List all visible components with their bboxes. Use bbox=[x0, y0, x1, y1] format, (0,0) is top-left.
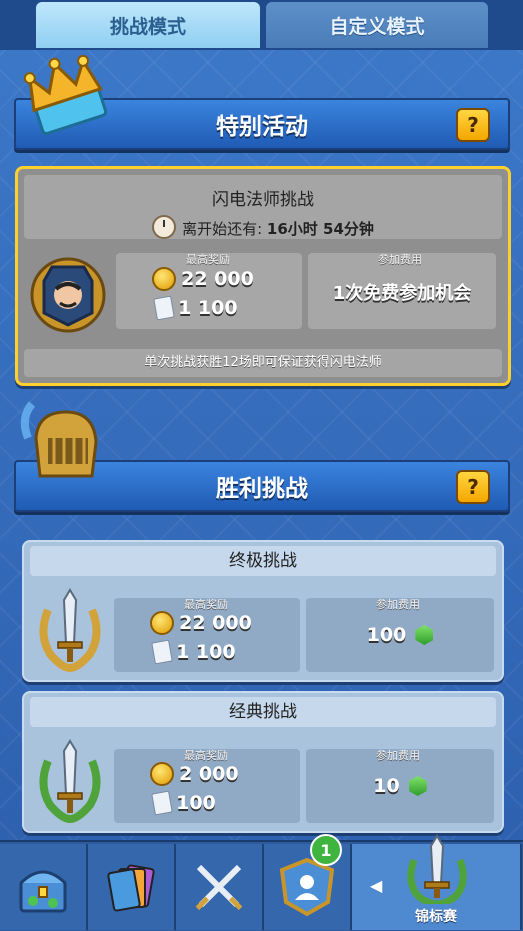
victory-help-button[interactable]: ? bbox=[456, 470, 490, 504]
tournament-sword-icon bbox=[407, 834, 467, 904]
nav-tournament[interactable]: ◀ 锦标赛 bbox=[352, 834, 522, 930]
ultimate-challenge-title: 终极挑战 bbox=[30, 546, 496, 576]
ultimate-reward-box: 最高奖励 22 000 1 100 bbox=[114, 598, 300, 672]
ultimate-fee-label: 参加费用 bbox=[376, 598, 420, 611]
chest-icon bbox=[19, 870, 67, 913]
gold-coin-icon bbox=[150, 762, 174, 786]
classic-challenge-title: 经典挑战 bbox=[30, 697, 496, 727]
ultimate-fee: 100 bbox=[366, 624, 407, 646]
classic-cards-row: 100 bbox=[150, 790, 216, 816]
ultimate-cards: 1 100 bbox=[176, 641, 236, 663]
classic-cards: 100 bbox=[176, 792, 216, 814]
electro-wizard-portrait-icon bbox=[30, 257, 106, 333]
classic-fee: 10 bbox=[373, 775, 400, 797]
gold-sword-emblem-icon bbox=[39, 588, 101, 673]
event-reward-box: 最高奖励 22 000 1 100 bbox=[116, 253, 302, 329]
classic-fee-label: 参加费用 bbox=[376, 749, 420, 762]
nav-tournament-label: 锦标赛 bbox=[415, 909, 457, 925]
timer-prefix: 离开始还有: bbox=[182, 220, 263, 238]
nav-shop[interactable] bbox=[0, 844, 88, 930]
gold-coin-icon bbox=[152, 267, 176, 291]
timer-value: 16小时 54分钟 bbox=[266, 220, 374, 238]
ultimate-cards-row: 1 100 bbox=[150, 639, 236, 665]
special-event-card[interactable]: 闪电法师挑战 离开始还有: 16小时 54分钟 最高奖励 22 000 1 10… bbox=[15, 166, 511, 386]
event-reward-gold-row: 22 000 bbox=[152, 267, 254, 291]
ultimate-fee-row: 100 bbox=[306, 624, 494, 646]
ultimate-challenge-card[interactable]: 终极挑战 最高奖励 22 000 1 100 参加费用 100 bbox=[22, 540, 504, 682]
ultimate-reward-label: 最高奖励 bbox=[184, 598, 228, 611]
classic-reward-box: 最高奖励 2 000 100 bbox=[114, 749, 300, 823]
classic-fee-row: 10 bbox=[306, 775, 494, 797]
mode-tabs: 挑战模式 自定义模式 bbox=[0, 0, 523, 50]
special-event-help-button[interactable]: ? bbox=[456, 108, 490, 142]
nav-cards[interactable] bbox=[88, 844, 176, 930]
victory-challenge-heading: 胜利挑战 bbox=[216, 476, 308, 502]
swords-icon bbox=[195, 864, 243, 911]
card-icon bbox=[151, 790, 173, 816]
event-fee-label: 参加费用 bbox=[378, 253, 422, 266]
clock-icon bbox=[152, 215, 177, 239]
event-title: 闪电法师挑战 bbox=[212, 190, 314, 210]
card-icon bbox=[151, 639, 173, 665]
event-reward-cards: 1 100 bbox=[178, 297, 238, 319]
event-timer: 离开始还有: 16小时 54分钟 bbox=[24, 215, 502, 239]
event-reward-label: 最高奖励 bbox=[186, 253, 230, 266]
gold-coin-icon bbox=[150, 611, 174, 635]
card-icon bbox=[153, 295, 175, 321]
ultimate-fee-box: 参加费用 100 bbox=[306, 598, 494, 672]
classic-gold: 2 000 bbox=[179, 763, 239, 785]
classic-fee-box: 参加费用 10 bbox=[306, 749, 494, 823]
special-event-heading: 特别活动 bbox=[216, 114, 308, 140]
nav-arrow-icon[interactable]: ◀ bbox=[370, 876, 382, 895]
cards-icon bbox=[107, 864, 155, 912]
knight-helmet-icon bbox=[20, 401, 98, 478]
ultimate-gold-row: 22 000 bbox=[150, 611, 252, 635]
nav-clan[interactable]: 1 bbox=[264, 834, 352, 930]
tab-challenge-mode[interactable]: 挑战模式 bbox=[36, 2, 260, 48]
special-event-header: 闪电法师挑战 离开始还有: 16小时 54分钟 bbox=[24, 175, 502, 239]
event-fee-box: 参加费用 1次免费参加机会 bbox=[308, 253, 496, 329]
bottom-nav: 1 ◀ 锦标赛 bbox=[0, 834, 523, 931]
event-reward-cards-row: 1 100 bbox=[152, 295, 238, 321]
event-reward-gold: 22 000 bbox=[181, 268, 254, 290]
event-fee-value-wrap: 1次免费参加机会 bbox=[308, 279, 496, 305]
nav-battle[interactable] bbox=[176, 844, 264, 930]
gem-icon bbox=[408, 776, 427, 796]
classic-challenge-card[interactable]: 经典挑战 最高奖励 2 000 100 参加费用 10 bbox=[22, 691, 504, 833]
gem-icon bbox=[415, 625, 434, 645]
crown-icon bbox=[23, 54, 108, 136]
event-fee-value: 1次免费参加机会 bbox=[332, 283, 472, 304]
classic-reward-label: 最高奖励 bbox=[184, 749, 228, 762]
event-footer: 单次挑战获胜12场即可保证获得闪电法师 bbox=[24, 349, 502, 377]
clan-notification-badge: 1 bbox=[310, 834, 342, 866]
classic-gold-row: 2 000 bbox=[150, 762, 239, 786]
tab-custom-mode[interactable]: 自定义模式 bbox=[266, 2, 488, 48]
ultimate-gold: 22 000 bbox=[179, 612, 252, 634]
green-sword-emblem-icon bbox=[39, 739, 101, 824]
